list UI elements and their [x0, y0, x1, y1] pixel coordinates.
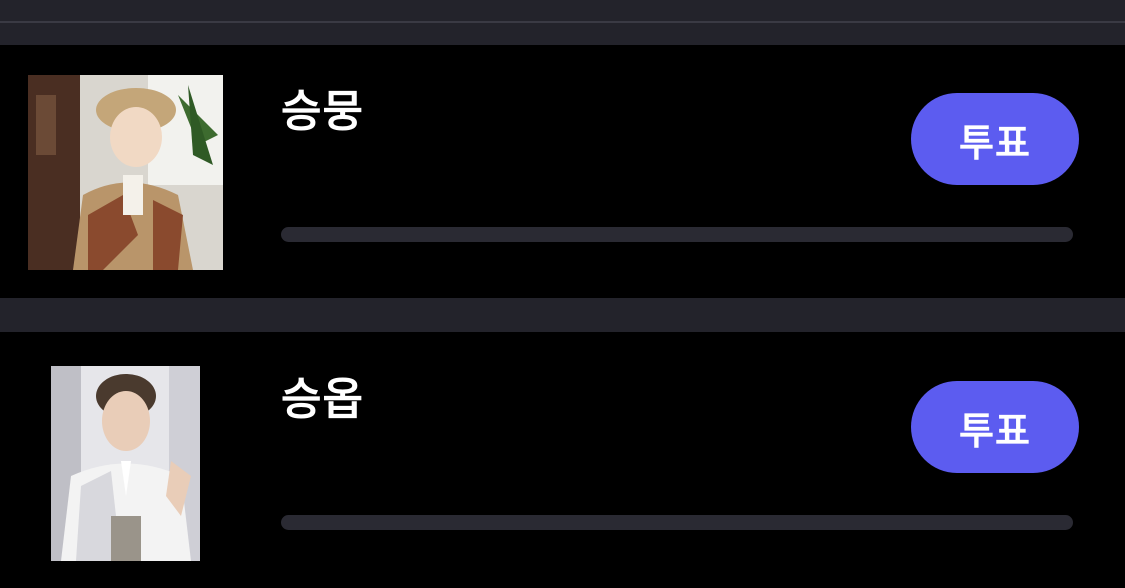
candidate-name: 승뭉: [281, 86, 364, 137]
person-photo-icon: [51, 366, 200, 561]
vote-progress-bar: [281, 515, 1073, 530]
vote-button[interactable]: 투표: [911, 93, 1079, 185]
person-photo-icon: [28, 75, 223, 270]
candidate-photo: [51, 366, 200, 561]
separator: [0, 23, 1125, 45]
candidate-card: 승뭉 투표: [0, 45, 1125, 298]
candidate-card: 승옵 투표: [0, 332, 1125, 588]
vote-progress-bar: [281, 227, 1073, 242]
vote-button[interactable]: 투표: [911, 381, 1079, 473]
candidate-photo: [28, 75, 223, 270]
separator: [0, 298, 1125, 332]
top-bar: [0, 0, 1125, 21]
candidate-name: 승옵: [281, 374, 364, 425]
